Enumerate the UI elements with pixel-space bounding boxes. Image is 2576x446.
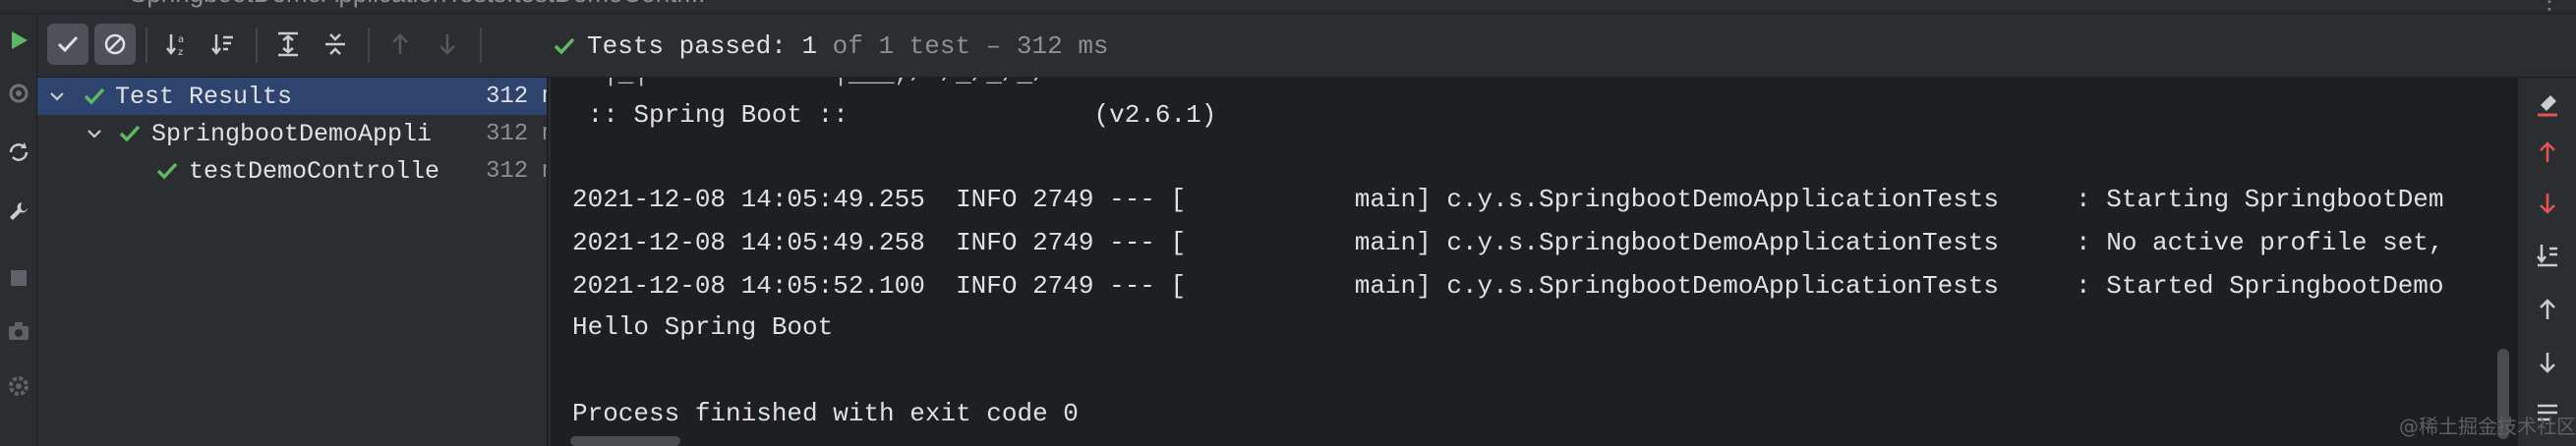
console-line: 2021-12-08 14:05:49.255 INFO 2749 --- [ …	[572, 185, 2444, 214]
chevron-down-icon[interactable]	[83, 122, 106, 145]
console-line: 2021-12-08 14:05:52.100 INFO 2749 --- [ …	[572, 271, 2444, 301]
previous-failed-test-button[interactable]	[380, 24, 421, 65]
rerun-failed-icon[interactable]	[0, 75, 37, 112]
collapse-all-icon	[325, 33, 345, 55]
next-failed-test-button[interactable]	[427, 24, 468, 65]
scroll-up-icon[interactable]	[2528, 290, 2567, 329]
arrow-up-icon	[392, 33, 408, 54]
tree-row-test-results[interactable]: Test Results 312 ms	[37, 78, 547, 115]
svg-text:z: z	[178, 47, 183, 58]
status-label: Tests passed:	[587, 31, 787, 61]
passed-check-icon	[81, 83, 108, 110]
sort-az-icon: az	[166, 34, 184, 58]
status-summary: of 1 test – 312 ms	[832, 31, 1109, 61]
chevron-down-icon[interactable]	[45, 84, 69, 108]
console-line-partial: |_| |___,/ /_/_/_/	[572, 78, 1047, 91]
sort-by-duration-button[interactable]	[203, 24, 244, 65]
sort-duration-icon	[211, 34, 233, 56]
tree-row-duration: 312 ms	[486, 83, 547, 110]
tree-row-label: Test Results	[115, 82, 293, 111]
previous-occurrence-icon[interactable]	[2528, 133, 2567, 172]
console-line: Process finished with exit code 0	[572, 399, 1079, 428]
tree-row-test-class[interactable]: SpringbootDemoAppli 312 ms	[37, 115, 547, 152]
tree-row-label: SpringbootDemoAppli	[151, 119, 433, 148]
collapse-all-button[interactable]	[315, 24, 356, 65]
passed-check-icon	[116, 120, 144, 147]
expand-all-button[interactable]	[267, 24, 309, 65]
expand-all-icon	[278, 31, 298, 57]
rerun-icon[interactable]	[0, 22, 37, 59]
tree-row-duration: 312 ms	[486, 120, 547, 147]
toolbar-divider	[368, 28, 370, 63]
ignored-icon	[104, 33, 126, 55]
more-options-icon[interactable]: ⋮	[2539, 0, 2562, 13]
scroll-to-end-icon[interactable]	[2528, 235, 2567, 274]
camera-icon[interactable]	[0, 312, 37, 350]
next-occurrence-icon[interactable]	[2528, 184, 2567, 223]
tree-row-duration: 312 ms	[486, 157, 547, 185]
svg-text:a: a	[178, 34, 184, 45]
show-ignored-button[interactable]	[94, 24, 136, 65]
settings-wrench-icon[interactable]	[0, 193, 37, 230]
gear-icon[interactable]	[0, 367, 37, 405]
toggle-auto-test-icon[interactable]	[0, 134, 37, 171]
test-results-tree: Test Results 312 ms SpringbootDemoAppli …	[37, 78, 549, 446]
console-vertical-scrollbar[interactable]	[2488, 78, 2517, 446]
stop-icon[interactable]	[0, 259, 37, 297]
tree-row-label: testDemoControlle	[189, 156, 440, 186]
console-line: :: Spring Boot :: (v2.6.1)	[572, 100, 1217, 130]
sort-alphabetically-button[interactable]: az	[157, 24, 199, 65]
console-side-toolbar	[2517, 78, 2576, 446]
run-tool-window-strip	[0, 14, 37, 446]
editor-tab-strip: SpringbootDemoApplicationTests.testDemoC…	[0, 0, 2576, 14]
arrow-down-icon	[439, 34, 455, 55]
test-status: Tests passed: 1 of 1 test – 312 ms	[552, 28, 1109, 64]
test-runner-toolbar: az Tests passed: 1 of 1 test – 312 ms	[37, 14, 2576, 78]
check-icon	[57, 35, 79, 53]
run-config-title[interactable]: SpringbootDemoApplicationTests.testDemoC…	[130, 0, 705, 9]
status-passed-count: 1	[801, 31, 818, 61]
toolbar-divider	[146, 28, 147, 63]
scroll-down-icon[interactable]	[2528, 343, 2567, 382]
watermark: @稀土掘金技术社区	[2399, 415, 2576, 438]
console-output[interactable]: |_| |___,/ /_/_/_/ :: Spring Boot :: (v2…	[551, 78, 2517, 446]
toolbar-divider	[480, 28, 482, 63]
toolbar-divider	[256, 28, 258, 63]
passed-check-icon	[153, 157, 181, 185]
console-line: 2021-12-08 14:05:49.258 INFO 2749 --- [ …	[572, 228, 2444, 257]
tree-row-test-method[interactable]: testDemoControlle 312 ms	[37, 152, 547, 190]
show-passed-button[interactable]	[47, 24, 88, 65]
console-horizontal-scrollbar[interactable]	[570, 436, 680, 446]
clear-all-icon[interactable]	[2528, 85, 2567, 125]
console-line: Hello Spring Boot	[572, 312, 834, 342]
passed-check-icon	[554, 37, 575, 55]
